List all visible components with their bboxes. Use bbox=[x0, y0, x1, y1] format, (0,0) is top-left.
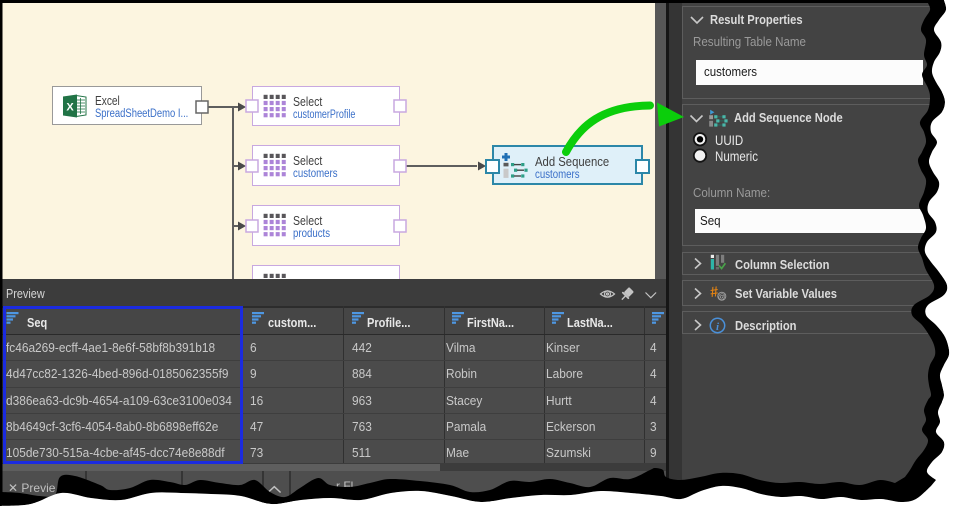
svg-text:i: i bbox=[716, 321, 720, 333]
svg-text:@: @ bbox=[718, 292, 726, 301]
svg-text:X: X bbox=[66, 102, 74, 114]
